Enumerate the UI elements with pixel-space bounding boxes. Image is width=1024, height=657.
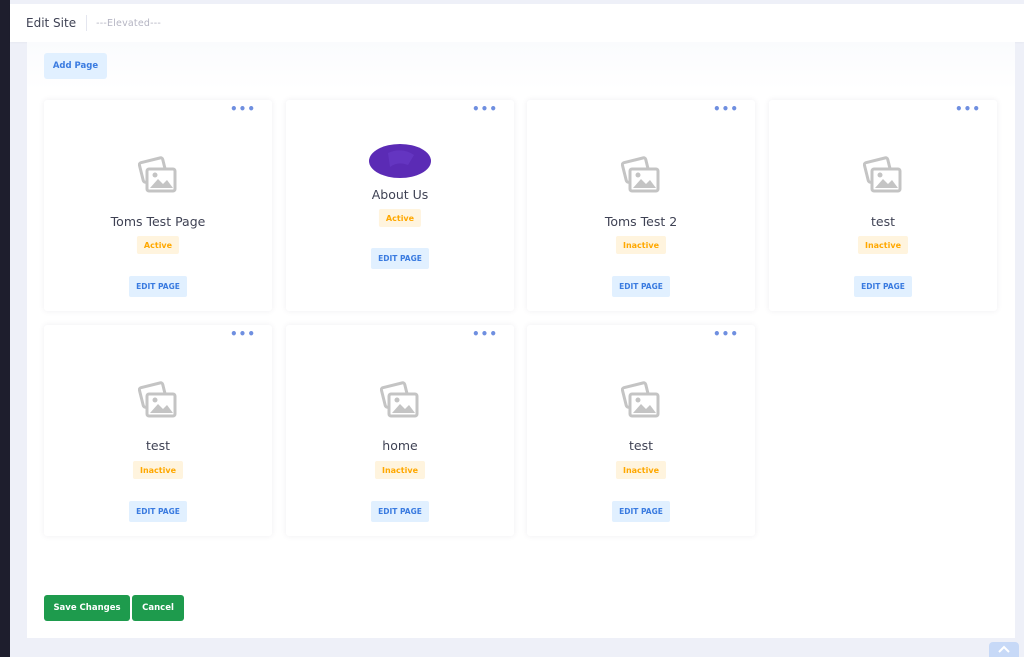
status-badge: Inactive: [132, 461, 184, 479]
page-card: ••• Toms Test Page Active EDIT PAGE: [44, 100, 272, 311]
cancel-button[interactable]: Cancel: [132, 595, 184, 621]
more-dots-icon[interactable]: •••: [713, 103, 738, 118]
status-badge: Inactive: [374, 461, 426, 479]
page-card: ••• Toms Test 2 Inactive EDIT PAGE: [527, 100, 755, 311]
page-title-text: Toms Test 2: [604, 214, 678, 229]
pages-panel: Add Page ••• Toms Test Page Active EDIT …: [27, 42, 1015, 638]
status-badge: Inactive: [615, 461, 667, 479]
page-title-text: Toms Test Page: [110, 214, 206, 229]
image-placeholder-icon: [138, 381, 177, 418]
status-badge: Active: [136, 236, 180, 254]
edit-page-button[interactable]: EDIT PAGE: [612, 276, 670, 297]
page-card: ••• test Inactive EDIT PAGE: [769, 100, 997, 311]
edit-page-button[interactable]: EDIT PAGE: [371, 501, 429, 522]
image-placeholder-icon: [380, 381, 419, 418]
arrow-up-icon: [998, 645, 1010, 653]
page-card: ••• test Inactive EDIT PAGE: [527, 325, 755, 536]
panel-header: [27, 42, 1015, 90]
page-title-text: test: [628, 438, 653, 453]
more-dots-icon[interactable]: •••: [955, 103, 980, 118]
page-title-text: test: [145, 438, 170, 453]
page-title-text: About Us: [371, 187, 429, 202]
page-card: ••• home Inactive EDIT PAGE: [286, 325, 514, 536]
edit-page-button[interactable]: EDIT PAGE: [612, 501, 670, 522]
more-dots-icon[interactable]: •••: [472, 103, 497, 118]
add-page-button[interactable]: Add Page: [44, 53, 107, 79]
more-dots-icon[interactable]: •••: [472, 328, 497, 343]
status-badge: Active: [378, 209, 422, 227]
scroll-top-button[interactable]: [989, 642, 1019, 657]
image-placeholder-icon: [863, 156, 902, 193]
status-badge: Inactive: [615, 236, 667, 254]
page-card: ••• test Inactive EDIT PAGE: [44, 325, 272, 536]
edit-page-button[interactable]: EDIT PAGE: [129, 276, 187, 297]
save-changes-button[interactable]: Save Changes: [44, 595, 130, 621]
subheader: Edit Site ---Elevated---: [10, 4, 1024, 42]
more-dots-icon[interactable]: •••: [230, 328, 255, 343]
more-dots-icon[interactable]: •••: [230, 103, 255, 118]
page-title-text: home: [382, 438, 418, 453]
site-subtitle: ---Elevated---: [96, 17, 161, 29]
image-placeholder-icon: [621, 381, 660, 418]
left-sidebar-rail: [0, 0, 10, 657]
image-placeholder-icon: [138, 156, 177, 193]
page-card: ••• About Us Active EDIT PAGE: [286, 100, 514, 311]
page-title: Edit Site: [26, 16, 77, 30]
edit-page-button[interactable]: EDIT PAGE: [371, 248, 429, 269]
page-title-text: test: [870, 214, 895, 229]
edit-page-button[interactable]: EDIT PAGE: [854, 276, 912, 297]
image-placeholder-icon: [621, 156, 660, 193]
edit-page-button[interactable]: EDIT PAGE: [129, 501, 187, 522]
more-dots-icon[interactable]: •••: [713, 328, 738, 343]
page-thumbnail-image: [369, 144, 431, 178]
status-badge: Inactive: [857, 236, 909, 254]
